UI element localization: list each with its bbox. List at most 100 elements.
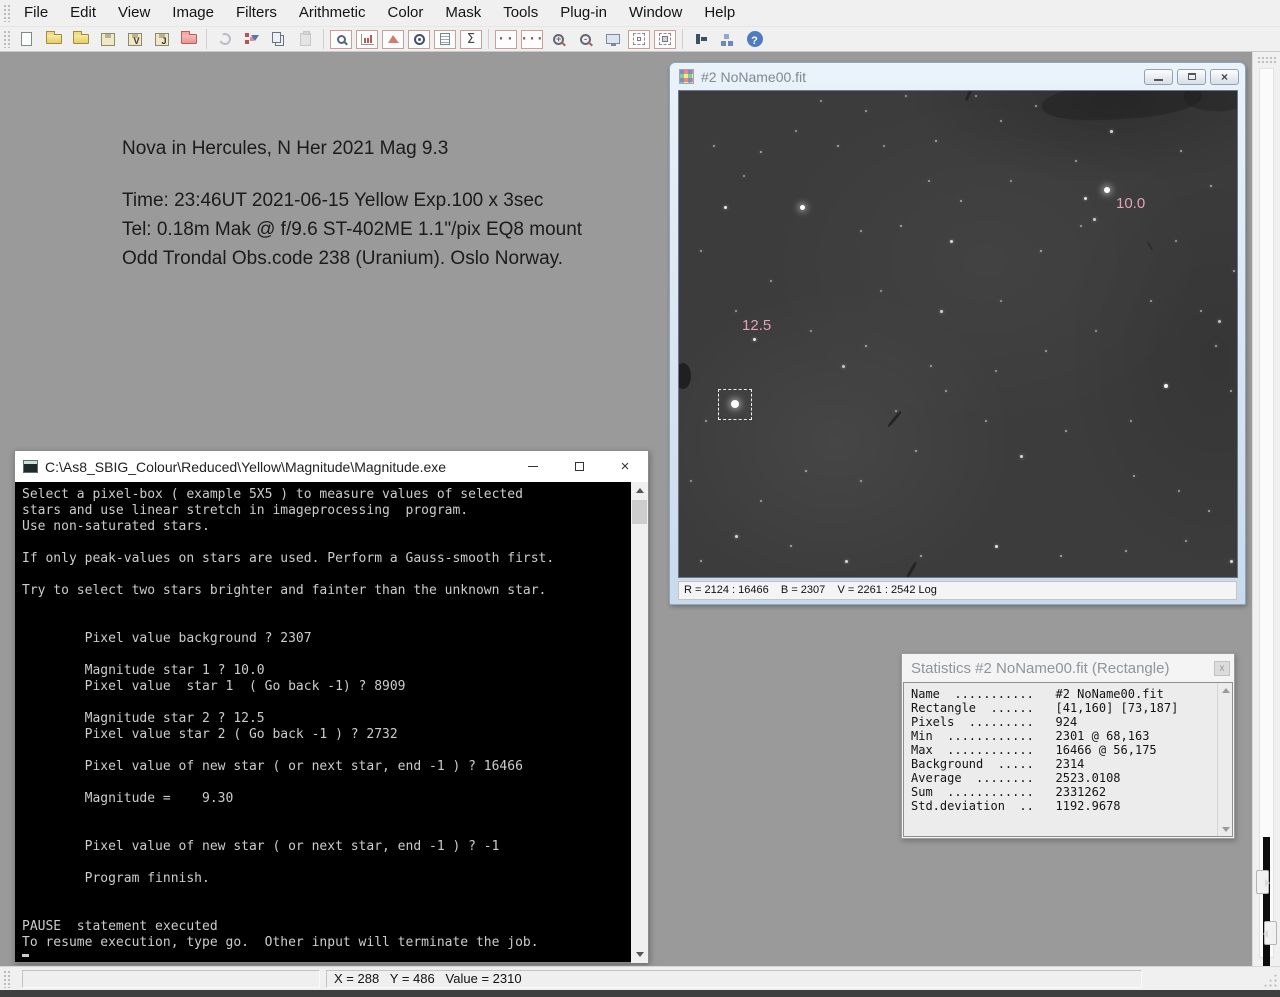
close-button[interactable]: × (1210, 69, 1239, 85)
save-icon[interactable] (95, 28, 120, 51)
menu-arithmetic[interactable]: Arithmetic (288, 0, 377, 26)
star (865, 345, 867, 347)
text-page-icon[interactable] (434, 30, 456, 49)
image-window-statusbar: R = 2124 : 16466 B = 2307 V = 2261 : 254… (678, 581, 1237, 600)
menu-image[interactable]: Image (161, 0, 225, 26)
menu-tools[interactable]: Tools (492, 0, 549, 26)
save-v-icon[interactable] (122, 28, 147, 51)
toolbar-buttons (13, 27, 768, 51)
annotation-line: Odd Trondal Obs.code 238 (Uranium). Oslo… (122, 244, 582, 273)
console-titlebar[interactable]: C:\As8_SBIG_Colour\Reduced\Yellow\Magnit… (15, 451, 648, 482)
star (1125, 550, 1127, 552)
statistics-sigma-icon[interactable] (460, 30, 482, 49)
scroll-down-icon[interactable] (1218, 822, 1233, 836)
star (735, 535, 738, 538)
star (753, 338, 756, 341)
save-j-icon[interactable] (149, 28, 174, 51)
menu-color[interactable]: Color (377, 0, 435, 26)
histogram-icon[interactable] (356, 30, 378, 49)
restore-button[interactable] (1177, 69, 1206, 85)
image-window-icon (679, 69, 694, 84)
star (930, 365, 932, 367)
star (705, 420, 707, 422)
image-window-titlebar[interactable]: #2 NoName00.fit × (670, 63, 1245, 90)
star (700, 250, 702, 252)
area-icon[interactable] (382, 30, 404, 49)
console-maximize-button[interactable] (556, 451, 602, 482)
new-file-icon[interactable] (14, 28, 39, 51)
copy-icon[interactable] (266, 28, 291, 51)
star (1130, 420, 1132, 422)
menubar-grip[interactable] (3, 4, 11, 22)
menu-view[interactable]: View (107, 0, 161, 26)
statusbar-message-field (22, 970, 320, 988)
recent-folder-icon[interactable] (176, 28, 201, 51)
console-window: C:\As8_SBIG_Colour\Reduced\Yellow\Magnit… (14, 450, 649, 963)
scroll-up-icon[interactable] (631, 482, 648, 499)
star (724, 206, 727, 209)
star (1230, 560, 1233, 563)
minimize-icon (528, 466, 538, 467)
star (880, 290, 882, 292)
console-scrollbar[interactable] (631, 482, 648, 963)
star (800, 205, 805, 210)
menu-mask[interactable]: Mask (434, 0, 492, 26)
star (1210, 185, 1212, 187)
open-folder-icon[interactable] (41, 28, 66, 51)
star (845, 560, 848, 563)
star (1045, 350, 1047, 352)
console-minimize-button[interactable] (510, 451, 556, 482)
statusbar-coordinates: X = 288 Y = 486 Value = 2310 (326, 970, 1142, 988)
star (1110, 130, 1113, 133)
monitor-icon[interactable] (600, 28, 625, 51)
starfield[interactable]: 10.012.5 (678, 90, 1238, 578)
refresh-icon[interactable] (212, 28, 237, 51)
statistics-scrollbar[interactable] (1217, 683, 1232, 836)
star (1040, 250, 1042, 252)
clamp-icon[interactable] (688, 28, 713, 51)
slider-panel-grip[interactable] (1257, 56, 1277, 64)
star (820, 100, 822, 102)
fit-image-icon[interactable] (654, 30, 676, 49)
zoom-out-icon[interactable] (573, 28, 598, 51)
zoom-in-icon[interactable] (546, 28, 571, 51)
close-icon: × (621, 459, 630, 474)
star (1133, 475, 1135, 477)
fit-window-icon[interactable] (628, 30, 650, 49)
target-icon[interactable] (408, 30, 430, 49)
scroll-up-icon[interactable] (1218, 683, 1233, 697)
threshold-slider-panel (1252, 52, 1280, 966)
toolbar-grip[interactable] (3, 30, 11, 48)
star (895, 410, 897, 412)
annotation-block: Nova in Hercules, N Her 2021 Mag 9.3 Tim… (122, 138, 582, 273)
transfer-icon[interactable] (239, 28, 264, 51)
blocks-icon[interactable] (715, 28, 740, 51)
star (1075, 160, 1077, 162)
statistics-close-button[interactable]: x (1214, 661, 1230, 676)
pixel-2-icon[interactable] (495, 30, 517, 49)
menu-window[interactable]: Window (618, 0, 693, 26)
star (790, 545, 792, 547)
menu-help[interactable]: Help (693, 0, 746, 26)
image-defect (965, 90, 973, 101)
slider-range-bar (1263, 837, 1270, 966)
upper-threshold-handle[interactable] (1256, 870, 1269, 894)
console-output: Select a pixel-box ( example 5X5 ) to me… (22, 487, 554, 951)
restore-icon (1188, 73, 1196, 80)
resize-grip-icon[interactable] (1263, 973, 1277, 987)
menu-filters[interactable]: Filters (225, 0, 288, 26)
lower-threshold-handle[interactable] (1264, 921, 1277, 945)
paste-icon[interactable] (293, 28, 318, 51)
statistics-titlebar[interactable]: Statistics #2 NoName00.fit (Rectangle) x (902, 654, 1234, 682)
open-image-icon[interactable] (68, 28, 93, 51)
menu-edit[interactable]: Edit (59, 0, 107, 26)
pixel-3-icon[interactable] (521, 30, 543, 49)
help-icon[interactable] (742, 28, 767, 51)
console-scroll-thumb[interactable] (632, 500, 647, 524)
menu-plugin[interactable]: Plug-in (549, 0, 618, 26)
minimize-button[interactable] (1144, 69, 1173, 85)
menu-file[interactable]: File (13, 0, 59, 26)
preview-icon[interactable] (330, 30, 352, 49)
scroll-down-icon[interactable] (631, 946, 648, 963)
console-close-button[interactable]: × (602, 451, 648, 482)
